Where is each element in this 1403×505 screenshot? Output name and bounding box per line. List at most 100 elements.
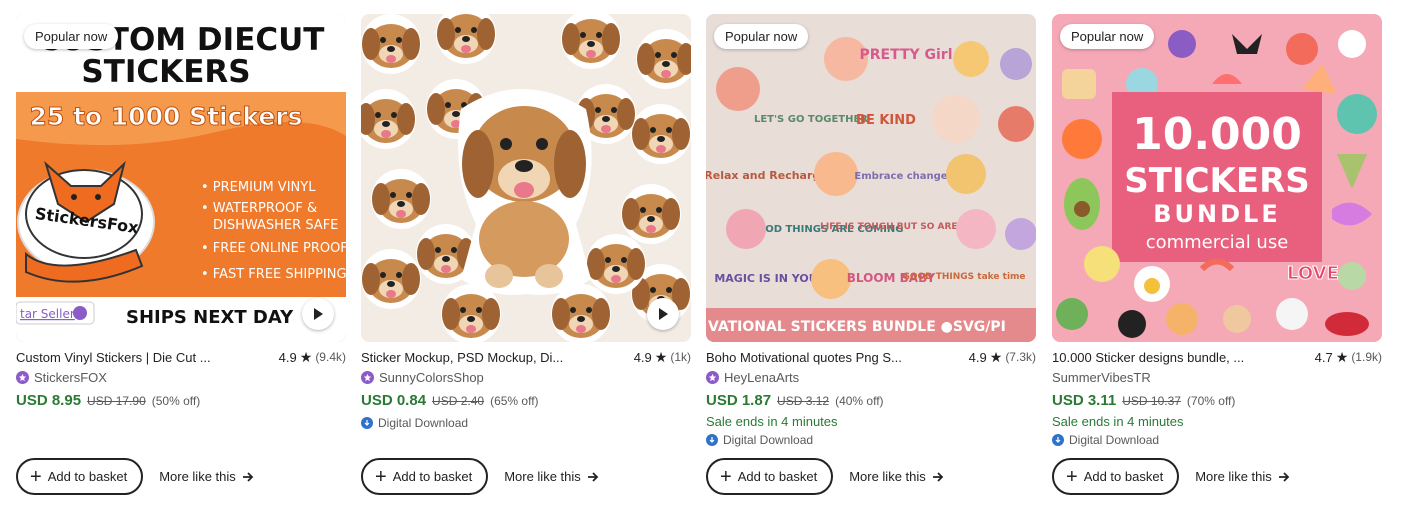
shop-row: StickersFOX	[16, 369, 346, 385]
original-price: USD 2.40	[432, 394, 485, 408]
download-icon	[706, 434, 718, 446]
review-count: (7.3k)	[1005, 350, 1036, 364]
digital-download: Digital Download	[361, 416, 691, 430]
add-to-basket-label: Add to basket	[392, 469, 473, 484]
sticker-magic: MAGIC IS IN YOU	[714, 272, 817, 285]
original-price: USD 3.12	[777, 394, 830, 408]
listing-title[interactable]: Sticker Mockup, PSD Mockup, Di...	[361, 350, 563, 365]
rating: 4.9 ★ (7.3k)	[969, 349, 1036, 366]
shop-name[interactable]: HeyLenaArts	[724, 370, 799, 385]
arrow-right-icon	[1278, 471, 1290, 482]
add-to-basket-label: Add to basket	[1083, 469, 1164, 484]
listing-card-4[interactable]: 10.000 STICKERS BUNDLE commercial use LO…	[1052, 14, 1382, 499]
star-icon: ★	[1335, 348, 1349, 365]
star-seller-icon	[706, 370, 719, 384]
love-sticker: LOVE	[1287, 263, 1339, 284]
sticker-relax: Relax and Recharge	[706, 169, 828, 182]
commercial-use: commercial use	[1146, 232, 1289, 253]
listing-title[interactable]: Boho Motivational quotes Png S...	[706, 350, 902, 365]
feature-4: • FREE ONLINE PROOF	[201, 241, 346, 256]
listing-image-4[interactable]: 10.000 STICKERS BUNDLE commercial use LO…	[1052, 14, 1382, 342]
more-like-this-link[interactable]: More like this	[1195, 469, 1290, 484]
original-price: USD 17.90	[87, 394, 146, 408]
price-row: USD 8.95 USD 17.90 (50% off)	[16, 392, 346, 412]
custom-stickers-artwork: CUSTOM DIECUT STICKERS 25 to 1000 Sticke…	[16, 14, 346, 342]
review-count: (1.9k)	[1351, 350, 1382, 364]
shop-name[interactable]: SunnyColorsShop	[379, 370, 484, 385]
sticker-bundle-artwork: 10.000 STICKERS BUNDLE commercial use LO…	[1056, 30, 1377, 338]
more-like-this-label: More like this	[504, 469, 581, 484]
add-to-basket-button[interactable]: + Add to basket	[361, 458, 489, 495]
arrow-right-icon	[932, 471, 944, 482]
star-seller-icon	[361, 370, 374, 384]
sale-countdown: Sale ends in 4 minutes	[1052, 414, 1184, 429]
star-icon: ★	[299, 348, 313, 365]
download-label: Digital Download	[378, 416, 469, 430]
ships-text: SHIPS NEXT DAY	[126, 307, 294, 328]
shop-name[interactable]: StickersFOX	[34, 370, 107, 385]
price-row: USD 3.11 USD 10.37 (70% off)	[1052, 392, 1382, 412]
discount: (70% off)	[1186, 394, 1236, 408]
shop-row: SummerVibesTR	[1052, 369, 1382, 385]
more-like-this-label: More like this	[159, 469, 236, 484]
sale-price: USD 0.84	[361, 392, 427, 409]
add-to-basket-label: Add to basket	[737, 469, 818, 484]
download-icon	[361, 417, 373, 429]
bundle-banner: VATIONAL STICKERS BUNDLE ●SVG/PI	[708, 319, 1006, 335]
listing-image-2[interactable]	[361, 14, 691, 342]
discount: (50% off)	[151, 394, 201, 408]
plus-icon: +	[720, 465, 732, 488]
listing-card-3[interactable]: PRETTY Girl LET'S GO TOGETHER BE KIND Re…	[706, 14, 1036, 499]
rating-value: 4.9	[968, 349, 987, 365]
download-label: Digital Download	[723, 433, 814, 447]
sticker-embrace: Embrace change	[854, 171, 947, 182]
listing-title[interactable]: Custom Vinyl Stickers | Die Cut ...	[16, 350, 211, 365]
plus-icon: +	[1066, 465, 1078, 488]
star-seller-icon	[16, 370, 29, 384]
listing-image-3[interactable]: PRETTY Girl LET'S GO TOGETHER BE KIND Re…	[706, 14, 1036, 342]
play-video-button[interactable]	[647, 298, 679, 330]
listing-card-1[interactable]: CUSTOM DIECUT STICKERS 25 to 1000 Sticke…	[16, 14, 346, 499]
plus-icon: +	[30, 465, 42, 488]
sticker-together: LET'S GO TOGETHER	[754, 114, 868, 125]
sale-price: USD 8.95	[16, 392, 82, 409]
original-price: USD 10.37	[1122, 394, 1181, 408]
bundle-word: BUNDLE	[1153, 200, 1280, 228]
add-to-basket-button[interactable]: + Add to basket	[1052, 458, 1180, 495]
play-video-button[interactable]	[302, 298, 334, 330]
add-to-basket-label: Add to basket	[47, 469, 128, 484]
more-like-this-link[interactable]: More like this	[159, 469, 254, 484]
star-icon: ★	[989, 348, 1003, 365]
popular-badge: Popular now	[24, 24, 119, 49]
more-like-this-link[interactable]: More like this	[504, 469, 599, 484]
feature-5: • FAST FREE SHIPPING	[201, 267, 346, 282]
more-like-this-link[interactable]: More like this	[849, 469, 944, 484]
star-icon: ★	[654, 348, 668, 365]
image-line2: STICKERS	[81, 54, 250, 90]
rating-value: 4.9	[633, 349, 652, 365]
rating-value: 4.7	[1314, 349, 1333, 365]
review-count: (1k)	[670, 350, 691, 364]
listing-title[interactable]: 10.000 Sticker designs bundle, ...	[1052, 350, 1244, 365]
add-to-basket-button[interactable]: + Add to basket	[706, 458, 834, 495]
digital-download: Digital Download	[1052, 433, 1382, 447]
rating: 4.9 ★ (1k)	[634, 349, 691, 366]
digital-download: Digital Download	[706, 433, 1036, 447]
feature-3: DISHWASHER SAFE	[213, 218, 338, 233]
star-seller-tag: tar Seller	[20, 307, 75, 321]
sale-price: USD 1.87	[706, 392, 772, 409]
shop-row: SunnyColorsShop	[361, 369, 691, 385]
sticker-pretty: PRETTY Girl	[859, 47, 952, 63]
listing-card-2[interactable]: Sticker Mockup, PSD Mockup, Di... 4.9 ★ …	[361, 14, 691, 499]
shop-name[interactable]: SummerVibesTR	[1052, 370, 1151, 385]
listing-image-1[interactable]: CUSTOM DIECUT STICKERS 25 to 1000 Sticke…	[16, 14, 346, 342]
sale-price: USD 3.11	[1052, 392, 1117, 409]
more-like-this-label: More like this	[849, 469, 926, 484]
shop-row: HeyLenaArts	[706, 369, 1036, 385]
rating: 4.9 ★ (9.4k)	[279, 349, 346, 366]
add-to-basket-button[interactable]: + Add to basket	[16, 458, 144, 495]
sticker-take-time: GOOD THINGS take time	[902, 272, 1025, 282]
rating: 4.7 ★ (1.9k)	[1315, 349, 1382, 366]
puppy-sticker-artwork	[361, 14, 691, 342]
discount: (40% off)	[835, 394, 884, 408]
